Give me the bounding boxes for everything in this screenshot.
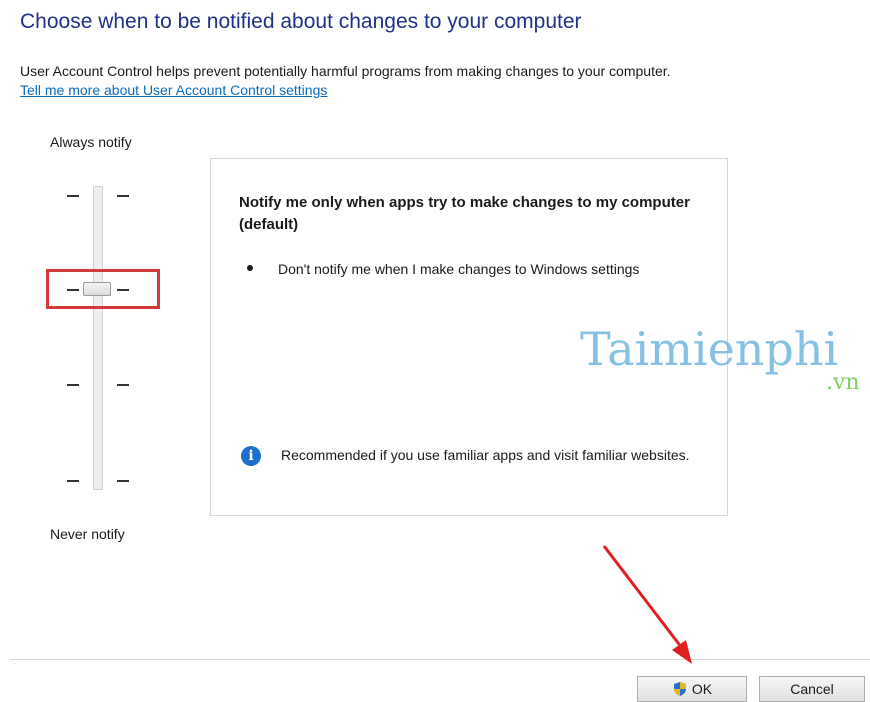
- notification-slider-track[interactable]: [93, 186, 103, 490]
- cancel-button-label: Cancel: [790, 681, 834, 697]
- uac-help-link[interactable]: Tell me more about User Account Control …: [20, 82, 327, 98]
- recommendation-text: Recommended if you use familiar apps and…: [281, 447, 690, 463]
- slider-highlight-box: [46, 269, 160, 309]
- info-icon: i: [241, 446, 261, 466]
- slider-tick-left: [67, 195, 79, 197]
- cancel-button[interactable]: Cancel: [759, 676, 865, 702]
- page-title: Choose when to be notified about changes…: [20, 10, 582, 33]
- uac-settings-window: Choose when to be notified about changes…: [0, 0, 870, 702]
- watermark-tld: .vn: [826, 370, 860, 395]
- page-description: User Account Control helps prevent poten…: [20, 63, 671, 79]
- footer-divider: [10, 659, 870, 660]
- ok-button[interactable]: OK: [637, 676, 747, 702]
- watermark-logo: Taimienphi: [580, 322, 839, 376]
- uac-shield-icon: [673, 682, 686, 696]
- slider-tick-right: [117, 384, 129, 386]
- slider-tick-right: [117, 480, 129, 482]
- level-bullet-text: Don't notify me when I make changes to W…: [278, 261, 640, 277]
- slider-tick-left: [67, 384, 79, 386]
- slider-top-label: Always notify: [50, 134, 132, 150]
- slider-tick-right: [117, 195, 129, 197]
- slider-bottom-label: Never notify: [50, 526, 125, 542]
- ok-button-label: OK: [691, 681, 713, 697]
- bullet-icon: [247, 265, 253, 271]
- slider-tick-left: [67, 480, 79, 482]
- level-heading: Notify me only when apps try to make cha…: [239, 194, 690, 233]
